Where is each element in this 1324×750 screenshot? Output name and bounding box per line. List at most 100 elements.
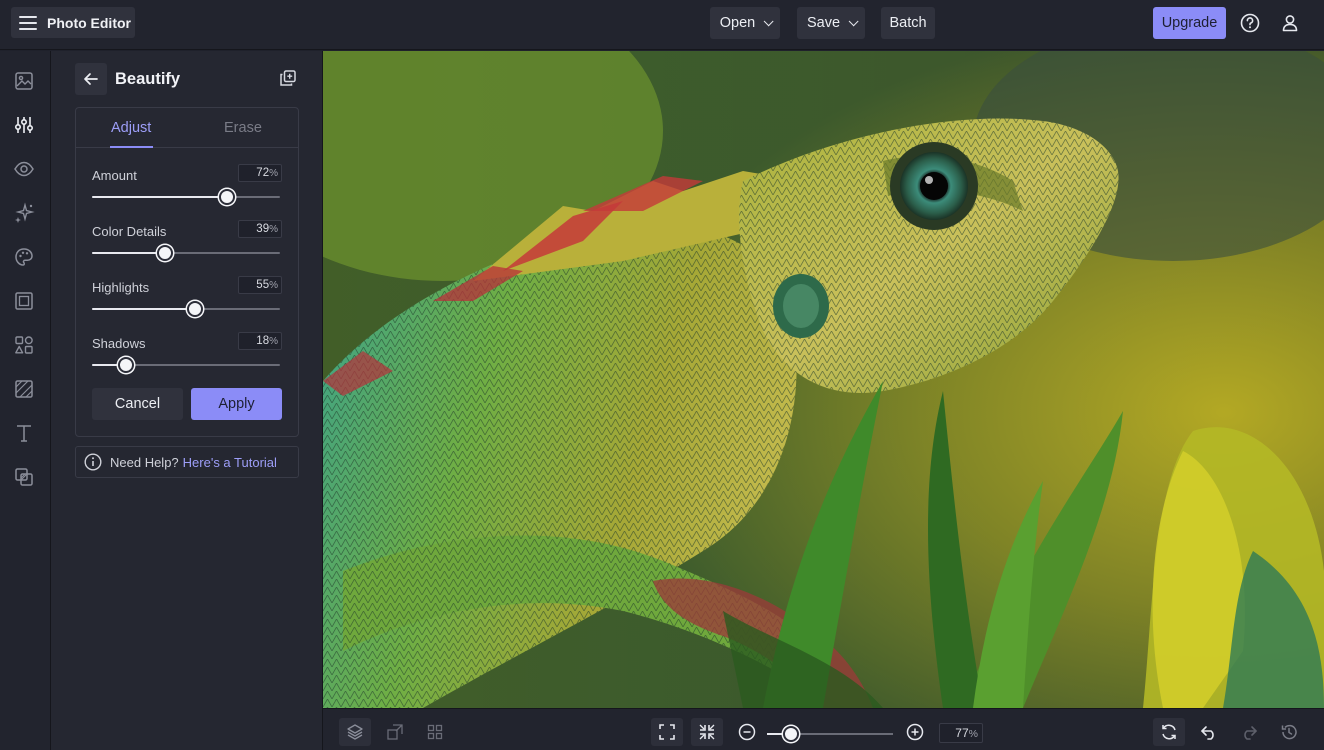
slider-value-field[interactable]: 55% bbox=[238, 276, 282, 294]
image-icon bbox=[15, 72, 33, 90]
fit-screen-button[interactable] bbox=[651, 718, 683, 746]
slider-fill bbox=[92, 196, 227, 198]
expand-icon bbox=[659, 724, 675, 740]
slider-fill bbox=[92, 308, 195, 310]
slider-label: Shadows bbox=[92, 336, 146, 351]
slider-track[interactable] bbox=[92, 301, 280, 317]
slider-shadows: Shadows 18% bbox=[92, 332, 282, 384]
help-text: Need Help? bbox=[110, 454, 179, 470]
rail-item-artsy[interactable] bbox=[11, 244, 37, 270]
slider-highlights: Highlights 55% bbox=[92, 276, 282, 328]
slider-value-field[interactable]: 39% bbox=[238, 220, 282, 238]
shapes-icon bbox=[15, 336, 33, 354]
slider-label: Amount bbox=[92, 168, 137, 183]
info-icon bbox=[84, 453, 102, 471]
save-button[interactable]: Save bbox=[797, 7, 865, 39]
slider-value-field[interactable]: 18% bbox=[238, 332, 282, 350]
open-button[interactable]: Open bbox=[710, 7, 780, 39]
slider-track[interactable] bbox=[92, 245, 280, 261]
zoom-value-unit: % bbox=[968, 728, 978, 740]
rail-item-effects[interactable] bbox=[11, 200, 37, 226]
apply-button[interactable]: Apply bbox=[191, 388, 282, 420]
plus-circle-icon bbox=[906, 723, 924, 741]
chevron-down-icon bbox=[848, 15, 859, 26]
duplicate-button[interactable] bbox=[279, 69, 299, 89]
history-button[interactable] bbox=[1273, 718, 1305, 746]
upgrade-button[interactable]: Upgrade bbox=[1153, 7, 1226, 39]
slider-value-unit: % bbox=[269, 168, 278, 179]
undo-button[interactable] bbox=[1193, 718, 1225, 746]
rail-item-text[interactable] bbox=[11, 420, 37, 446]
top-bar: Photo Editor Open Save Batch Upgrade bbox=[0, 0, 1324, 50]
slider-color-details: Color Details 39% bbox=[92, 220, 282, 272]
refresh-icon bbox=[1162, 724, 1176, 740]
texture-icon bbox=[15, 380, 33, 398]
batch-button[interactable]: Batch bbox=[881, 7, 935, 39]
help-button[interactable] bbox=[1234, 7, 1266, 39]
rail-item-image[interactable] bbox=[11, 68, 37, 94]
app-menu-button[interactable]: Photo Editor bbox=[11, 7, 135, 38]
resize-button[interactable] bbox=[379, 718, 411, 746]
layers-icon bbox=[347, 724, 363, 740]
collapse-icon bbox=[699, 724, 715, 740]
slider-value-unit: % bbox=[269, 336, 278, 347]
rail-item-frames[interactable] bbox=[11, 288, 37, 314]
grid-button[interactable] bbox=[419, 718, 451, 746]
rail-item-adjust[interactable] bbox=[11, 112, 37, 138]
zoom-value-field[interactable]: 77% bbox=[939, 723, 983, 743]
arrow-left-icon bbox=[84, 73, 98, 85]
palette-icon bbox=[15, 248, 33, 266]
slider-thumb[interactable] bbox=[157, 245, 173, 261]
slider-value-number: 39 bbox=[256, 223, 270, 235]
slider-value-number: 72 bbox=[256, 167, 270, 179]
rail-item-graphics[interactable] bbox=[11, 332, 37, 358]
account-button[interactable] bbox=[1274, 7, 1306, 39]
help-box: Need Help? Here's a Tutorial bbox=[75, 446, 299, 478]
resize-icon bbox=[387, 724, 403, 740]
slider-value-number: 55 bbox=[256, 279, 270, 291]
tab-erase[interactable]: Erase bbox=[224, 120, 262, 136]
layers-button[interactable] bbox=[339, 718, 371, 746]
save-button-label: Save bbox=[806, 15, 841, 31]
back-button[interactable] bbox=[75, 63, 107, 95]
zoom-out-button[interactable] bbox=[731, 718, 763, 746]
slider-thumb[interactable] bbox=[219, 189, 235, 205]
history-icon bbox=[1281, 724, 1297, 740]
lizard-photo bbox=[323, 51, 1324, 708]
cancel-button[interactable]: Cancel bbox=[92, 388, 183, 420]
zoom-value-number: 77 bbox=[955, 726, 969, 740]
actual-size-button[interactable] bbox=[691, 718, 723, 746]
app-title: Photo Editor bbox=[47, 14, 131, 31]
undo-icon bbox=[1201, 726, 1214, 740]
user-icon bbox=[1282, 15, 1298, 32]
tab-adjust[interactable]: Adjust bbox=[111, 120, 151, 136]
zoom-slider-track[interactable] bbox=[767, 726, 893, 742]
tutorial-link[interactable]: Here's a Tutorial bbox=[183, 455, 277, 470]
zoom-in-button[interactable] bbox=[899, 718, 931, 746]
hamburger-menu-icon bbox=[19, 15, 37, 30]
redo-icon bbox=[1244, 726, 1257, 740]
slider-thumb[interactable] bbox=[187, 301, 203, 317]
image-canvas[interactable] bbox=[323, 51, 1324, 708]
rail-item-textures[interactable] bbox=[11, 376, 37, 402]
sparkle-effects-icon bbox=[15, 202, 35, 223]
tool-rail bbox=[0, 51, 51, 750]
rail-item-view[interactable] bbox=[11, 156, 37, 182]
text-icon bbox=[17, 425, 31, 442]
active-tab-indicator bbox=[110, 146, 153, 148]
slider-track[interactable] bbox=[92, 357, 280, 373]
overlay-icon bbox=[15, 468, 33, 486]
minus-circle-icon bbox=[738, 723, 756, 741]
slider-fill bbox=[92, 252, 165, 254]
copy-plus-icon bbox=[280, 70, 296, 86]
slider-track[interactable] bbox=[92, 189, 280, 205]
grid-icon bbox=[427, 724, 443, 740]
zoom-slider-thumb[interactable] bbox=[783, 726, 799, 742]
open-button-label: Open bbox=[719, 15, 756, 31]
slider-value-field[interactable]: 72% bbox=[238, 164, 282, 182]
rotate-button[interactable] bbox=[1153, 718, 1185, 746]
panel-tabs: Adjust Erase bbox=[76, 108, 298, 148]
redo-button[interactable] bbox=[1233, 718, 1265, 746]
rail-item-overlays[interactable] bbox=[11, 464, 37, 490]
slider-thumb[interactable] bbox=[118, 357, 134, 373]
